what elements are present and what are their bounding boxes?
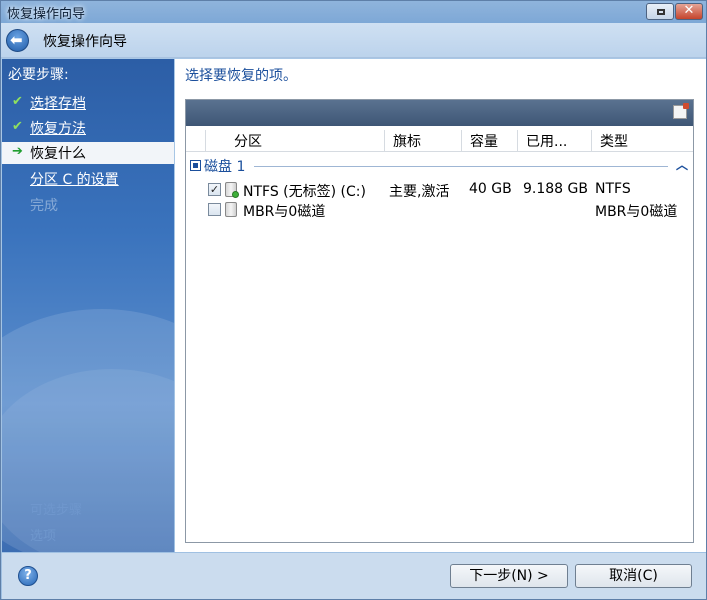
cancel-button[interactable]: 取消(C): [575, 564, 692, 588]
optional-step-options: 选项: [30, 529, 57, 544]
back-button[interactable]: ⬅: [6, 29, 29, 52]
column-chooser-icon[interactable]: [673, 103, 689, 119]
step-label: 完成: [30, 198, 58, 214]
footer-bar: ? 下一步(N) > 取消(C): [2, 553, 706, 599]
collapse-chevron-icon[interactable]: ︿: [676, 156, 688, 173]
table-row[interactable]: MBR与0磁道 MBR与0磁道: [186, 200, 693, 220]
grid-header: 分区 旗标 容量 已用... 类型: [186, 130, 693, 152]
partition-icon: [225, 182, 239, 198]
cell-partition: MBR与0磁道: [243, 204, 326, 220]
current-arrow-icon: ➔: [12, 144, 23, 159]
cell-type: NTFS: [595, 181, 631, 197]
wizard-window: 恢复操作向导 ✕ ⬅ 恢复操作向导 必要步骤: ✔ 选择存档 ✔ 恢复方法 ➔ …: [0, 0, 707, 600]
optional-steps-heading: 可选步骤: [30, 503, 83, 518]
column-header-used[interactable]: 已用...: [518, 130, 592, 152]
cell-capacity: 40 GB: [469, 181, 512, 197]
disk-group-icon: [190, 160, 201, 171]
main-content: 选择要恢复的项。 分区 旗标 容量 已用... 类型 磁盘 1 ︿ ✓ NTFS…: [175, 59, 706, 552]
step-label: 分区 C 的设置: [30, 172, 119, 188]
row-checkbox[interactable]: [208, 203, 221, 216]
disk-group-name: 磁盘 1: [204, 159, 246, 175]
restore-icon: [657, 9, 665, 15]
minimize-button[interactable]: [646, 3, 674, 20]
step-select-archive[interactable]: ✔ 选择存档: [2, 92, 174, 114]
steps-heading: 必要步骤:: [8, 67, 69, 83]
column-header-flags[interactable]: 旗标: [385, 130, 462, 152]
row-checkbox[interactable]: ✓: [208, 183, 221, 196]
column-header-type[interactable]: 类型: [592, 130, 693, 152]
cell-partition: NTFS (无标签) (C:): [243, 184, 366, 200]
group-divider: [254, 166, 668, 167]
cell-type: MBR与0磁道: [595, 204, 678, 220]
column-header-partition[interactable]: 分区: [206, 130, 385, 152]
title-bar: 恢复操作向导 ✕: [1, 1, 706, 23]
table-row[interactable]: ✓ NTFS (无标签) (C:) 主要,激活 40 GB 9.188 GB N…: [186, 180, 693, 200]
grid-toolbar: [186, 100, 693, 126]
step-finish: 完成: [2, 194, 174, 216]
disk-group-header[interactable]: 磁盘 1 ︿: [190, 157, 690, 175]
window-title: 恢复操作向导: [7, 7, 86, 22]
help-icon[interactable]: ?: [18, 566, 38, 586]
next-button[interactable]: 下一步(N) >: [450, 564, 568, 588]
step-partition-c-settings[interactable]: 分区 C 的设置: [2, 168, 174, 190]
column-header-select: [186, 130, 206, 152]
checkmark-icon: ✔: [12, 119, 23, 134]
step-what-to-recover[interactable]: ➔ 恢复什么: [2, 142, 174, 164]
mbr-icon: [225, 202, 237, 217]
checkmark-icon: ✔: [12, 94, 23, 109]
instruction-text: 选择要恢复的项。: [185, 68, 297, 84]
wizard-title: 恢复操作向导: [43, 34, 127, 50]
close-button[interactable]: ✕: [675, 3, 703, 20]
column-header-capacity[interactable]: 容量: [462, 130, 518, 152]
steps-sidebar: 必要步骤: ✔ 选择存档 ✔ 恢复方法 ➔ 恢复什么 分区 C 的设置 完成 可…: [2, 59, 174, 552]
cell-used: 9.188 GB: [523, 181, 588, 197]
item-grid: 分区 旗标 容量 已用... 类型 磁盘 1 ︿ ✓ NTFS (无标签) (C…: [185, 99, 694, 543]
back-arrow-icon: ⬅: [10, 31, 23, 49]
step-label: 选择存档: [30, 96, 86, 112]
nav-bar: ⬅ 恢复操作向导: [1, 23, 706, 58]
sidebar-decoration: [2, 369, 174, 552]
cell-flags: 主要,激活: [389, 184, 450, 200]
step-recovery-method[interactable]: ✔ 恢复方法: [2, 117, 174, 139]
close-icon: ✕: [683, 3, 695, 18]
step-label: 恢复什么: [30, 146, 86, 162]
step-label: 恢复方法: [30, 121, 86, 137]
